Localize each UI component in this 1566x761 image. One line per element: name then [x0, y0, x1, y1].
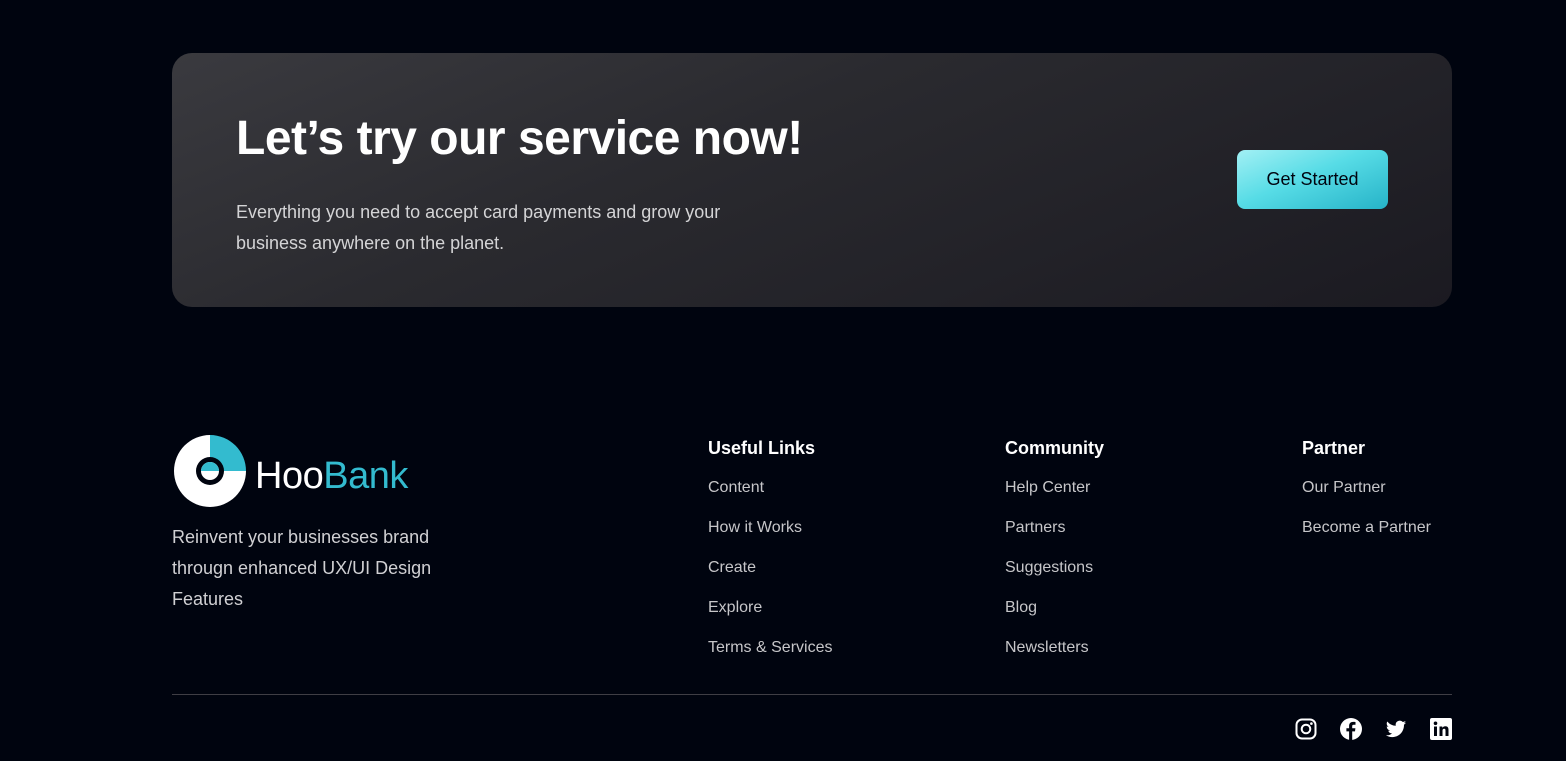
footer-link-explore[interactable]: Explore — [708, 597, 832, 637]
twitter-icon[interactable] — [1385, 718, 1407, 740]
footer-link-our-partner[interactable]: Our Partner — [1302, 477, 1431, 517]
cta-subtitle: Everything you need to accept card payme… — [236, 202, 721, 253]
footer-link-blog[interactable]: Blog — [1005, 597, 1104, 637]
page: Let’s try our service now! Everything yo… — [0, 0, 1566, 761]
footer-column-community: Community Help Center Partners Suggestio… — [1005, 436, 1104, 677]
hoobank-logo[interactable]: HooBank — [172, 433, 442, 509]
footer-link-partners[interactable]: Partners — [1005, 517, 1104, 557]
footer-link-create[interactable]: Create — [708, 557, 832, 597]
footer-column-partner: Partner Our Partner Become a Partner — [1302, 436, 1431, 557]
footer-link-suggestions[interactable]: Suggestions — [1005, 557, 1104, 597]
footer-link-help-center[interactable]: Help Center — [1005, 477, 1104, 517]
footer-link-terms[interactable]: Terms & Services — [708, 637, 832, 677]
footer-link-content[interactable]: Content — [708, 477, 832, 517]
linkedin-icon[interactable] — [1430, 718, 1452, 740]
logo-mark-icon — [174, 435, 246, 507]
footer-column-useful-links: Useful Links Content How it Works Create… — [708, 436, 832, 677]
column-title: Useful Links — [708, 438, 816, 458]
cta-title: Let’s try our service now! — [236, 112, 803, 165]
instagram-icon[interactable] — [1295, 718, 1317, 740]
brand-name-part2: Bank — [323, 455, 408, 497]
footer-link-become-partner[interactable]: Become a Partner — [1302, 517, 1431, 557]
brand-name: HooBank — [255, 455, 408, 498]
brand-tagline: Reinvent your businesses brand througn e… — [172, 527, 432, 609]
column-title: Community — [1005, 438, 1104, 458]
get-started-button[interactable]: Get Started — [1237, 150, 1388, 209]
column-title: Partner — [1302, 438, 1366, 458]
footer-divider — [172, 694, 1452, 695]
footer-link-how-it-works[interactable]: How it Works — [708, 517, 832, 557]
facebook-icon[interactable] — [1340, 718, 1362, 740]
brand-name-part1: Hoo — [255, 455, 324, 497]
footer-link-newsletters[interactable]: Newsletters — [1005, 637, 1104, 677]
cta-card: Let’s try our service now! Everything yo… — [172, 53, 1452, 307]
